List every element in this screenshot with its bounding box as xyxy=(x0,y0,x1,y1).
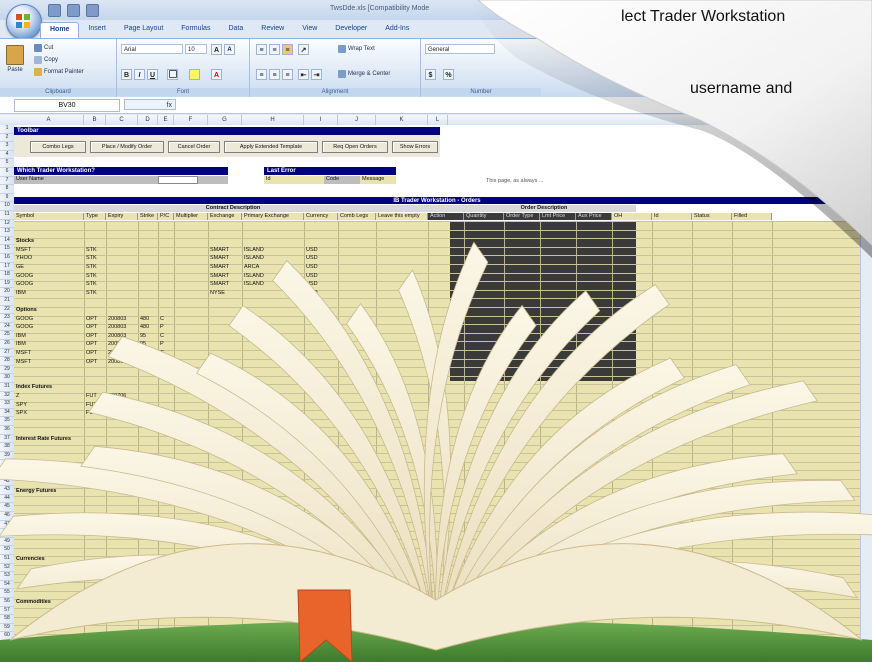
book-pages xyxy=(0,241,872,651)
open-book-illustration xyxy=(0,241,872,662)
